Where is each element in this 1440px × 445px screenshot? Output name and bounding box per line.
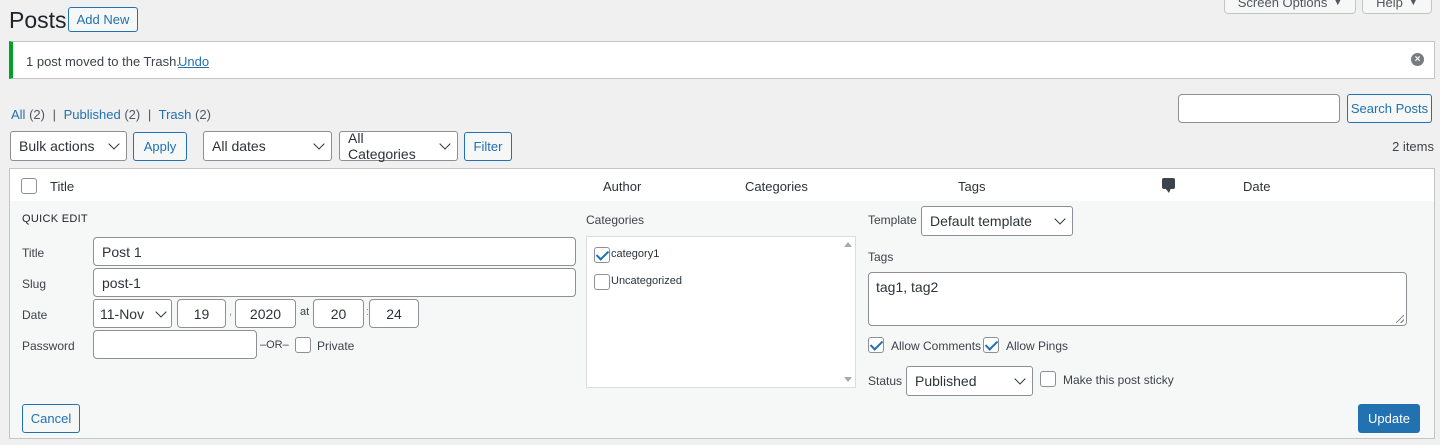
- undo-link[interactable]: Undo: [178, 54, 209, 69]
- or-separator: –OR–: [260, 339, 289, 351]
- checklist-scrollbar[interactable]: [841, 237, 855, 387]
- tags-label: Tags: [868, 250, 894, 264]
- tags-value: tag1, tag2: [876, 279, 939, 295]
- private-checkbox[interactable]: [295, 337, 311, 353]
- posts-table-header: Title Author Categories Tags Date: [9, 168, 1435, 202]
- dismiss-icon[interactable]: ×: [1411, 53, 1424, 66]
- view-separator: |: [52, 107, 56, 122]
- month-value: 11-Nov: [100, 305, 145, 322]
- column-categories: Categories: [745, 179, 808, 194]
- hour-input[interactable]: 20: [313, 299, 364, 328]
- column-date[interactable]: Date: [1243, 179, 1270, 194]
- slug-label: Slug: [22, 277, 47, 291]
- caret-down-icon: ▼: [1408, 0, 1418, 7]
- view-all-link[interactable]: All: [11, 107, 25, 122]
- password-label: Password: [22, 339, 75, 353]
- help-label: Help: [1376, 0, 1403, 10]
- bulk-actions-value: Bulk actions: [19, 138, 95, 154]
- notice-message: 1 post moved to the Trash.: [26, 54, 180, 69]
- chevron-down-icon: [155, 305, 167, 318]
- day-input[interactable]: 19: [177, 299, 226, 328]
- slug-input[interactable]: post-1: [93, 268, 576, 297]
- view-separator: |: [147, 107, 152, 122]
- chevron-down-icon: [313, 138, 325, 150]
- views-filter: All (2) | Published (2) | Trash (2): [11, 107, 211, 122]
- filter-button[interactable]: Filter: [464, 132, 512, 161]
- screen-options-label: Screen Options: [1237, 0, 1328, 10]
- page-title: Posts: [9, 7, 67, 33]
- help-button[interactable]: Help ▼: [1362, 0, 1432, 14]
- categories-value: All Categories: [348, 130, 416, 162]
- title-label: Title: [22, 246, 45, 260]
- dates-value: All dates: [212, 138, 266, 154]
- categories-checklist: category1 Uncategorized: [586, 236, 856, 388]
- search-posts-button[interactable]: Search Posts: [1347, 94, 1432, 123]
- update-button[interactable]: Update: [1358, 404, 1420, 433]
- apply-button[interactable]: Apply: [133, 132, 187, 161]
- template-label: Template: [868, 213, 917, 227]
- view-all-count: (2): [29, 107, 45, 122]
- chevron-down-icon: [1014, 373, 1026, 385]
- trash-notice: 1 post moved to the Trash. Undo ×: [9, 41, 1435, 79]
- comment-bubble-tail: [1165, 188, 1171, 193]
- cancel-button[interactable]: Cancel: [22, 404, 80, 433]
- column-tags: Tags: [958, 179, 986, 194]
- categories-select[interactable]: All Categories: [339, 130, 458, 162]
- password-input[interactable]: [93, 330, 257, 359]
- template-value: Default template: [930, 213, 1032, 229]
- sticky-checkbox[interactable]: [1040, 371, 1056, 387]
- category1-label: category1: [611, 248, 660, 260]
- view-published-link[interactable]: Published: [64, 107, 121, 122]
- chevron-down-icon: [439, 138, 451, 150]
- minute-input[interactable]: 24: [369, 299, 419, 328]
- select-all-checkbox[interactable]: [21, 178, 37, 194]
- status-value: Published: [915, 373, 977, 389]
- scroll-down-icon[interactable]: [844, 377, 852, 382]
- uncategorized-checkbox[interactable]: [594, 274, 610, 290]
- uncategorized-label: Uncategorized: [611, 275, 682, 287]
- allow-pings-label: Allow Pings: [1006, 339, 1069, 353]
- title-input[interactable]: Post 1: [93, 237, 576, 266]
- year-input[interactable]: 2020: [235, 299, 296, 328]
- allow-comments-label: Allow Comments: [891, 339, 982, 353]
- resize-handle-icon[interactable]: [1396, 315, 1404, 323]
- view-published-count: (2): [124, 107, 141, 122]
- caret-down-icon: ▼: [1333, 0, 1343, 7]
- sticky-label: Make this post sticky: [1063, 373, 1174, 387]
- private-label: Private: [317, 339, 355, 353]
- search-input[interactable]: [1178, 94, 1340, 123]
- status-select[interactable]: Published: [906, 366, 1033, 396]
- chevron-down-icon: [1054, 213, 1066, 225]
- dates-select[interactable]: All dates: [203, 131, 332, 161]
- allow-comments-checkbox[interactable]: [868, 337, 884, 353]
- scroll-up-icon[interactable]: [844, 242, 852, 247]
- column-title[interactable]: Title: [50, 179, 74, 194]
- view-trash-count: (2): [195, 107, 211, 122]
- month-select[interactable]: 11-Nov: [93, 299, 172, 328]
- date-label: Date: [22, 308, 48, 322]
- category1-checkbox[interactable]: [594, 247, 610, 263]
- tags-textarea[interactable]: tag1, tag2: [868, 272, 1407, 326]
- quick-edit-heading: QUICK EDIT: [22, 213, 88, 225]
- chevron-down-icon: [108, 138, 120, 150]
- categories-label: Categories: [586, 213, 645, 227]
- bulk-actions-select[interactable]: Bulk actions: [10, 131, 127, 161]
- items-count: 2 items: [1392, 139, 1434, 154]
- date-comma: ,: [229, 306, 233, 318]
- date-at: at: [300, 306, 310, 318]
- screen-options-button[interactable]: Screen Options ▼: [1224, 0, 1356, 14]
- column-author: Author: [603, 179, 642, 194]
- view-trash-link[interactable]: Trash: [159, 107, 192, 122]
- template-select[interactable]: Default template: [921, 206, 1073, 236]
- status-label: Status: [868, 374, 903, 388]
- allow-pings-checkbox[interactable]: [983, 337, 999, 353]
- add-new-button[interactable]: Add New: [68, 7, 138, 32]
